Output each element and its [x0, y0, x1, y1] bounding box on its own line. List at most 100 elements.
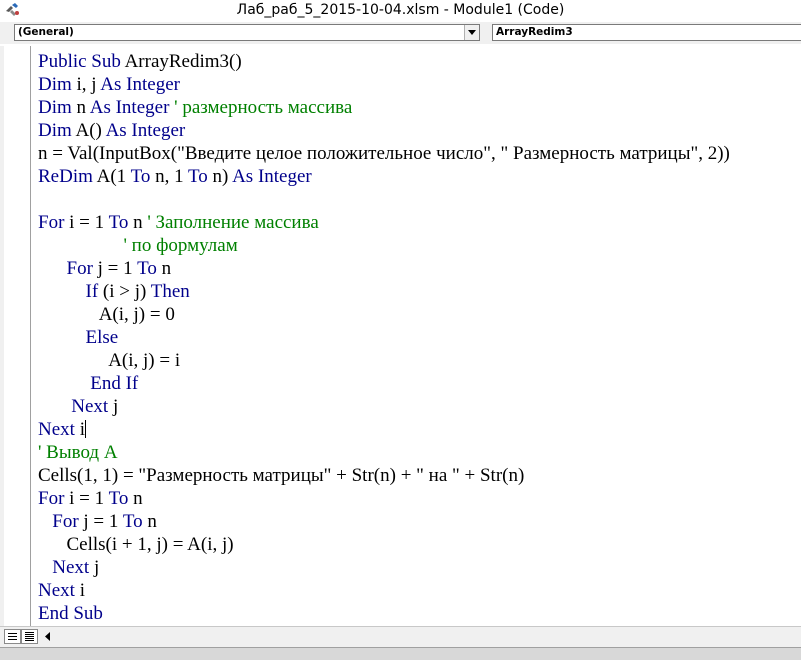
title-bar: Лаб_раб_5_2015-10-04.xlsm - Module1 (Cod… [0, 0, 801, 22]
window-title: Лаб_раб_5_2015-10-04.xlsm - Module1 (Cod… [236, 2, 565, 18]
code-keyword: If [85, 281, 103, 302]
code-line[interactable]: For j = 1 To n [38, 257, 801, 280]
code-text: n, 1 [155, 166, 189, 187]
code-line[interactable]: n = Val(InputBox("Введите целое положите… [38, 142, 801, 165]
code-keyword: Next [38, 419, 80, 440]
procedure-view-icon [8, 633, 17, 640]
code-text: i = 1 [69, 212, 109, 233]
code-text: n [133, 212, 148, 233]
code-keyword: As Integer [89, 97, 175, 118]
code-line[interactable]: End Sub [38, 602, 801, 625]
scroll-left-arrow-icon [45, 632, 50, 641]
code-text: i [79, 580, 85, 601]
code-text: j [93, 557, 100, 578]
bottom-bar [0, 626, 801, 647]
object-combo-value: (General) [18, 26, 74, 38]
code-line[interactable]: Public Sub ArrayRedim3() [38, 50, 801, 73]
code-line[interactable]: A(i, j) = i [38, 349, 801, 372]
code-line[interactable]: Next i [38, 418, 801, 441]
code-line[interactable]: Dim A() As Integer [38, 119, 801, 142]
code-keyword: To [188, 166, 213, 187]
code-keyword: To [108, 488, 134, 509]
scroll-left-button[interactable] [40, 629, 56, 644]
code-line[interactable]: Else [38, 326, 801, 349]
object-combo[interactable]: (General) [14, 24, 480, 41]
code-line[interactable]: Dim n As Integer ' размерность массива [38, 96, 801, 119]
code-line[interactable]: For j = 1 To n [38, 510, 801, 533]
code-text: ArrayRedim3() [124, 51, 242, 72]
code-keyword: Next [52, 557, 94, 578]
code-text: n [76, 97, 90, 118]
code-line[interactable]: For i = 1 To n [38, 487, 801, 510]
code-keyword: As Integer [105, 120, 186, 141]
code-comment: ' Вывод А [38, 442, 118, 463]
code-text: n = Val(InputBox("Введите целое положите… [38, 143, 730, 164]
code-text: A(i, j) = 0 [38, 304, 175, 325]
procedure-combo[interactable]: ArrayRedim3 [492, 24, 801, 41]
code-line[interactable]: ' по формулам [38, 234, 801, 257]
code-keyword: For [38, 488, 70, 509]
code-keyword: Public Sub [38, 51, 125, 72]
code-line[interactable]: End If [38, 372, 801, 395]
code-keyword: Next [71, 396, 113, 417]
code-text: i, j [76, 74, 101, 95]
code-keyword: Next [38, 580, 80, 601]
code-comment: ' Заполнение массива [147, 212, 319, 233]
code-keyword: To [130, 166, 156, 187]
text-cursor [84, 420, 86, 438]
chevron-down-icon [468, 30, 476, 35]
code-text: j [112, 396, 119, 417]
code-line[interactable]: Next j [38, 556, 801, 579]
full-module-view-button[interactable] [21, 629, 38, 644]
code-text: A(1 [96, 166, 131, 187]
procedure-view-button[interactable] [4, 629, 21, 644]
code-text: n) [212, 166, 233, 187]
code-keyword: Dim [38, 74, 77, 95]
combo-bar: (General) ArrayRedim3 [0, 22, 801, 44]
code-text: n [133, 488, 143, 509]
code-keyword: Dim [38, 120, 76, 141]
object-combo-dropdown-button[interactable] [464, 25, 479, 40]
code-line[interactable]: Cells(1, 1) = "Размерность матрицы" + St… [38, 464, 801, 487]
code-line[interactable]: Dim i, j As Integer [38, 73, 801, 96]
code-keyword: To [122, 511, 148, 532]
code-window[interactable]: Public Sub ArrayRedim3() Dim i, j As Inte… [0, 46, 801, 626]
code-comment: ' по формулам [38, 235, 238, 256]
full-module-view-icon [25, 632, 34, 641]
code-text: Cells(i + 1, j) = A(i, j) [38, 534, 234, 555]
code-line[interactable]: ' Вывод А [38, 441, 801, 464]
code-line[interactable]: Cells(i + 1, j) = A(i, j) [38, 533, 801, 556]
code-keyword: As Integer [100, 74, 180, 95]
code-keyword: For [52, 511, 84, 532]
procedure-combo-value: ArrayRedim3 [496, 26, 573, 38]
code-keyword: End If [90, 373, 139, 394]
code-line[interactable]: For i = 1 To n ' Заполнение массива [38, 211, 801, 234]
code-comment: ' размерность массива [174, 97, 353, 118]
code-line[interactable]: ReDim A(1 To n, 1 To n) As Integer [38, 165, 801, 188]
code-text: A(i, j) = i [38, 350, 181, 371]
code-line[interactable]: If (i > j) Then [38, 280, 801, 303]
code-keyword: For [38, 212, 70, 233]
margin-indicator-bar[interactable] [4, 46, 31, 626]
code-keyword: For [66, 258, 98, 279]
code-keyword: To [137, 258, 162, 279]
code-keyword: To [108, 212, 134, 233]
status-strip [0, 647, 801, 660]
code-editor[interactable]: Public Sub ArrayRedim3() Dim i, j As Inte… [38, 50, 801, 625]
code-line[interactable]: Next j [38, 395, 801, 418]
code-text: n [147, 511, 157, 532]
code-keyword: Dim [38, 97, 77, 118]
code-text: (i > j) [102, 281, 151, 302]
code-line[interactable]: Next i [38, 579, 801, 602]
code-keyword: End Sub [38, 603, 103, 624]
code-text: i = 1 [69, 488, 109, 509]
code-line[interactable]: A(i, j) = 0 [38, 303, 801, 326]
code-line[interactable] [38, 188, 801, 211]
